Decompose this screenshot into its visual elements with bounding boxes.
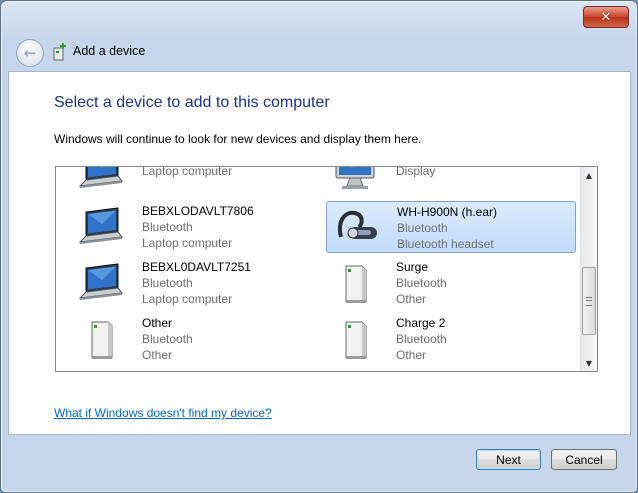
device-type: Display	[396, 166, 436, 178]
device-list[interactable]: BluetoothLaptop computerBluetoothDisplay…	[55, 166, 598, 372]
nav-title: Add a device	[73, 44, 146, 58]
device-connection: Bluetooth	[142, 332, 193, 346]
help-link[interactable]: What if Windows doesn't find my device?	[54, 406, 272, 420]
device-item[interactable]: Surge Bluetooth Other	[326, 257, 576, 309]
generic-device-icon	[332, 262, 378, 306]
add-device-window: ✕ ← Add a device Select a device to add …	[0, 0, 638, 493]
device-item[interactable]: WH-H900N (h.ear) Bluetooth Bluetooth heads…	[326, 201, 576, 253]
device-name: Surge	[396, 260, 429, 274]
device-item[interactable]: BluetoothDisplay	[326, 166, 576, 197]
device-name: Other	[142, 316, 173, 330]
device-type: Other	[396, 292, 427, 306]
scroll-up-arrow-icon[interactable]: ▲	[581, 167, 597, 183]
device-type: Laptop computer	[142, 236, 233, 250]
cancel-button[interactable]: Cancel	[551, 449, 617, 470]
device-item[interactable]: BEBXL0DAVLT7251 Bluetooth Laptop computer	[72, 257, 322, 309]
scroll-down-arrow-icon[interactable]: ▼	[581, 355, 597, 371]
generic-device-icon	[332, 318, 378, 362]
device-connection: Bluetooth	[396, 276, 447, 290]
content-area: Select a device to add to this computer …	[8, 71, 631, 435]
device-type: Other	[396, 348, 427, 362]
vertical-scrollbar[interactable]: ▲ ▼	[580, 167, 597, 371]
device-connection: Bluetooth	[142, 220, 193, 234]
device-item[interactable]: Charge 2 Bluetooth Other	[326, 313, 576, 365]
back-arrow-icon: ←	[23, 44, 37, 62]
device-type: Laptop computer	[142, 292, 233, 306]
device-item[interactable]: Other Bluetooth Other	[72, 313, 322, 365]
laptop-icon	[78, 167, 124, 194]
page-description: Windows will continue to look for new de…	[54, 132, 422, 146]
device-connection: Bluetooth	[142, 276, 193, 290]
device-type: Bluetooth headset	[397, 237, 494, 251]
back-button[interactable]: ←	[16, 39, 44, 67]
generic-device-icon	[78, 318, 124, 362]
add-device-icon	[53, 43, 66, 61]
device-name: Charge 2	[396, 316, 446, 330]
next-button[interactable]: Next	[476, 449, 541, 470]
device-type: Laptop computer	[142, 166, 233, 178]
close-icon: ✕	[600, 9, 612, 25]
device-connection: Bluetooth	[397, 221, 448, 235]
device-name: BEBXL0DAVLT7251	[142, 260, 251, 274]
scroll-thumb[interactable]	[582, 267, 596, 335]
monitor-icon	[332, 167, 378, 194]
page-title: Select a device to add to this computer	[54, 94, 330, 111]
laptop-icon	[78, 262, 124, 306]
close-button[interactable]: ✕	[583, 6, 629, 28]
device-item[interactable]: BluetoothLaptop computer	[72, 166, 322, 197]
device-item[interactable]: BEBXLODAVLT7806 Bluetooth Laptop computer	[72, 201, 322, 253]
device-name: BEBXLODAVLT7806	[142, 204, 254, 218]
device-name: WH-H900N (h.ear)	[397, 205, 498, 219]
navigation-bar: ← Add a device	[1, 33, 637, 71]
device-type: Other	[142, 348, 173, 362]
laptop-icon	[78, 206, 124, 250]
device-connection: Bluetooth	[396, 332, 447, 346]
headset-icon	[333, 207, 379, 251]
